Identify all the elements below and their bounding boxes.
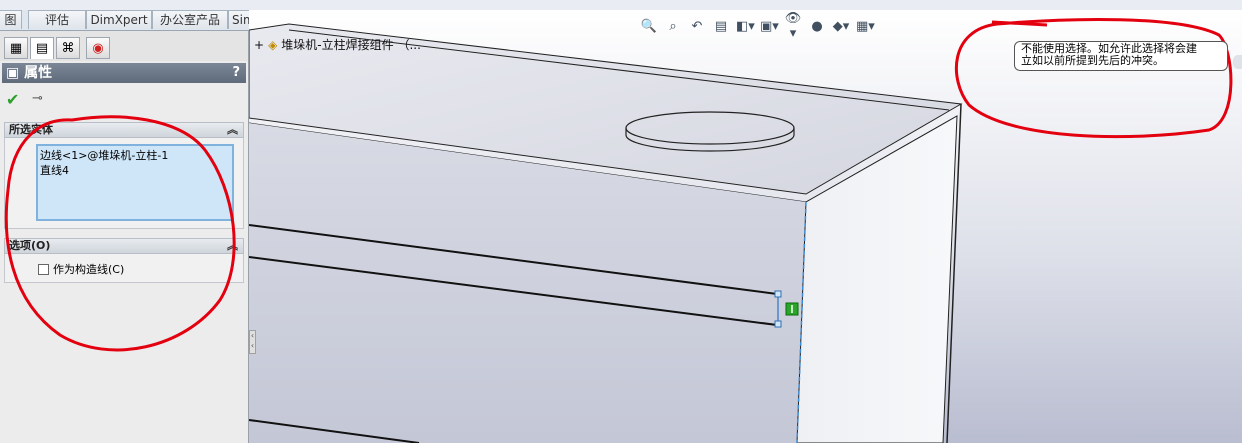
confirm-row: ✔ ⊸: [4, 90, 64, 110]
view-settings-icon[interactable]: ▦▾: [856, 19, 875, 34]
property-manager-panel: ▦ ▤ ⌘ ◉ ▣ 属性 ? ✔ ⊸ 所选实体 ︽ 选项(O) ︽: [0, 31, 249, 443]
checkmark-icon[interactable]: ✔: [6, 90, 19, 109]
help-button[interactable]: ?: [232, 63, 240, 83]
tab-dimxpert[interactable]: DimXpert: [86, 10, 152, 29]
apply-scene-icon[interactable]: ◆▾: [832, 19, 850, 34]
collapse-chevron-icon[interactable]: ︽: [227, 123, 238, 137]
property-manager-header: ▣ 属性 ?: [2, 63, 246, 83]
zoom-to-fit-icon[interactable]: 🔍: [640, 19, 658, 34]
dimxpert-manager-icon[interactable]: ◉: [86, 37, 110, 59]
assembly-icon: ◈: [268, 37, 278, 52]
manager-tabs: ▦ ▤ ⌘ ◉: [0, 31, 248, 61]
previous-view-icon[interactable]: ↶: [688, 19, 706, 34]
collapse-chevron-icon[interactable]: ︽: [227, 239, 238, 253]
list-item[interactable]: 直线4: [40, 163, 230, 178]
feature-manager-icon[interactable]: ▦: [4, 37, 28, 59]
construction-checkbox[interactable]: [38, 263, 49, 275]
tree-root-label: 堆垛机-立柱焊接组件 （...: [281, 38, 421, 52]
construction-option[interactable]: 作为构造线(C): [38, 261, 124, 277]
options-group-header[interactable]: 选项(O) ︽: [4, 238, 244, 254]
options-title: 选项(O): [9, 239, 51, 252]
zoom-area-icon[interactable]: ⌕: [664, 19, 682, 34]
selected-entities-title: 所选实体: [9, 123, 53, 136]
model-geometry: [249, 10, 1242, 443]
tooltip-tail: [1233, 55, 1242, 69]
property-icon: ▣: [6, 65, 25, 81]
hide-show-items-icon[interactable]: 👁▾: [784, 11, 802, 41]
pushpin-icon[interactable]: ⊸: [32, 91, 43, 106]
selected-entities-group-header[interactable]: 所选实体 ︽: [4, 122, 244, 138]
construction-label: 作为构造线(C): [53, 263, 125, 276]
tab-view[interactable]: 图: [0, 10, 22, 29]
top-toolbar-strip: [0, 0, 1242, 10]
section-view-icon[interactable]: ▤: [712, 19, 730, 34]
heads-up-toolbar: 🔍 ⌕ ↶ ▤ ◧▾ ▣▾ 👁▾ ● ◆▾ ▦▾: [640, 11, 875, 41]
configuration-manager-icon[interactable]: ⌘: [56, 37, 80, 59]
list-item[interactable]: 边线<1>@堆垛机-立柱-1: [40, 148, 230, 163]
tab-office-products[interactable]: 办公室产品: [152, 10, 228, 29]
selection-conflict-tooltip: 不能使用选择。如允许此选择将会建 立如以前所提到先后的冲突。: [1014, 41, 1228, 71]
selected-entities-list[interactable]: 边线<1>@堆垛机-立柱-1 直线4: [36, 144, 234, 221]
graphics-viewport[interactable]: [249, 10, 1242, 443]
flyout-tree-root[interactable]: + ◈ 堆垛机-立柱焊接组件 （...: [254, 36, 421, 53]
panel-splitter-handle[interactable]: ‹ ‹: [249, 330, 256, 354]
tab-evaluate[interactable]: 评估: [28, 10, 86, 29]
edit-appearance-icon[interactable]: ●: [808, 19, 826, 34]
coincident-relation-icon: [785, 302, 799, 316]
display-style-icon[interactable]: ▣▾: [760, 19, 779, 34]
line-endpoint-top[interactable]: [774, 290, 782, 298]
property-manager-icon[interactable]: ▤: [30, 37, 54, 59]
tooltip-line-2: 立如以前所提到先后的冲突。: [1021, 54, 1164, 67]
view-orientation-icon[interactable]: ◧▾: [736, 19, 755, 34]
tree-expand-toggle[interactable]: +: [254, 38, 264, 52]
page-title: 属性: [24, 65, 53, 81]
line-endpoint-bottom[interactable]: [774, 320, 782, 328]
